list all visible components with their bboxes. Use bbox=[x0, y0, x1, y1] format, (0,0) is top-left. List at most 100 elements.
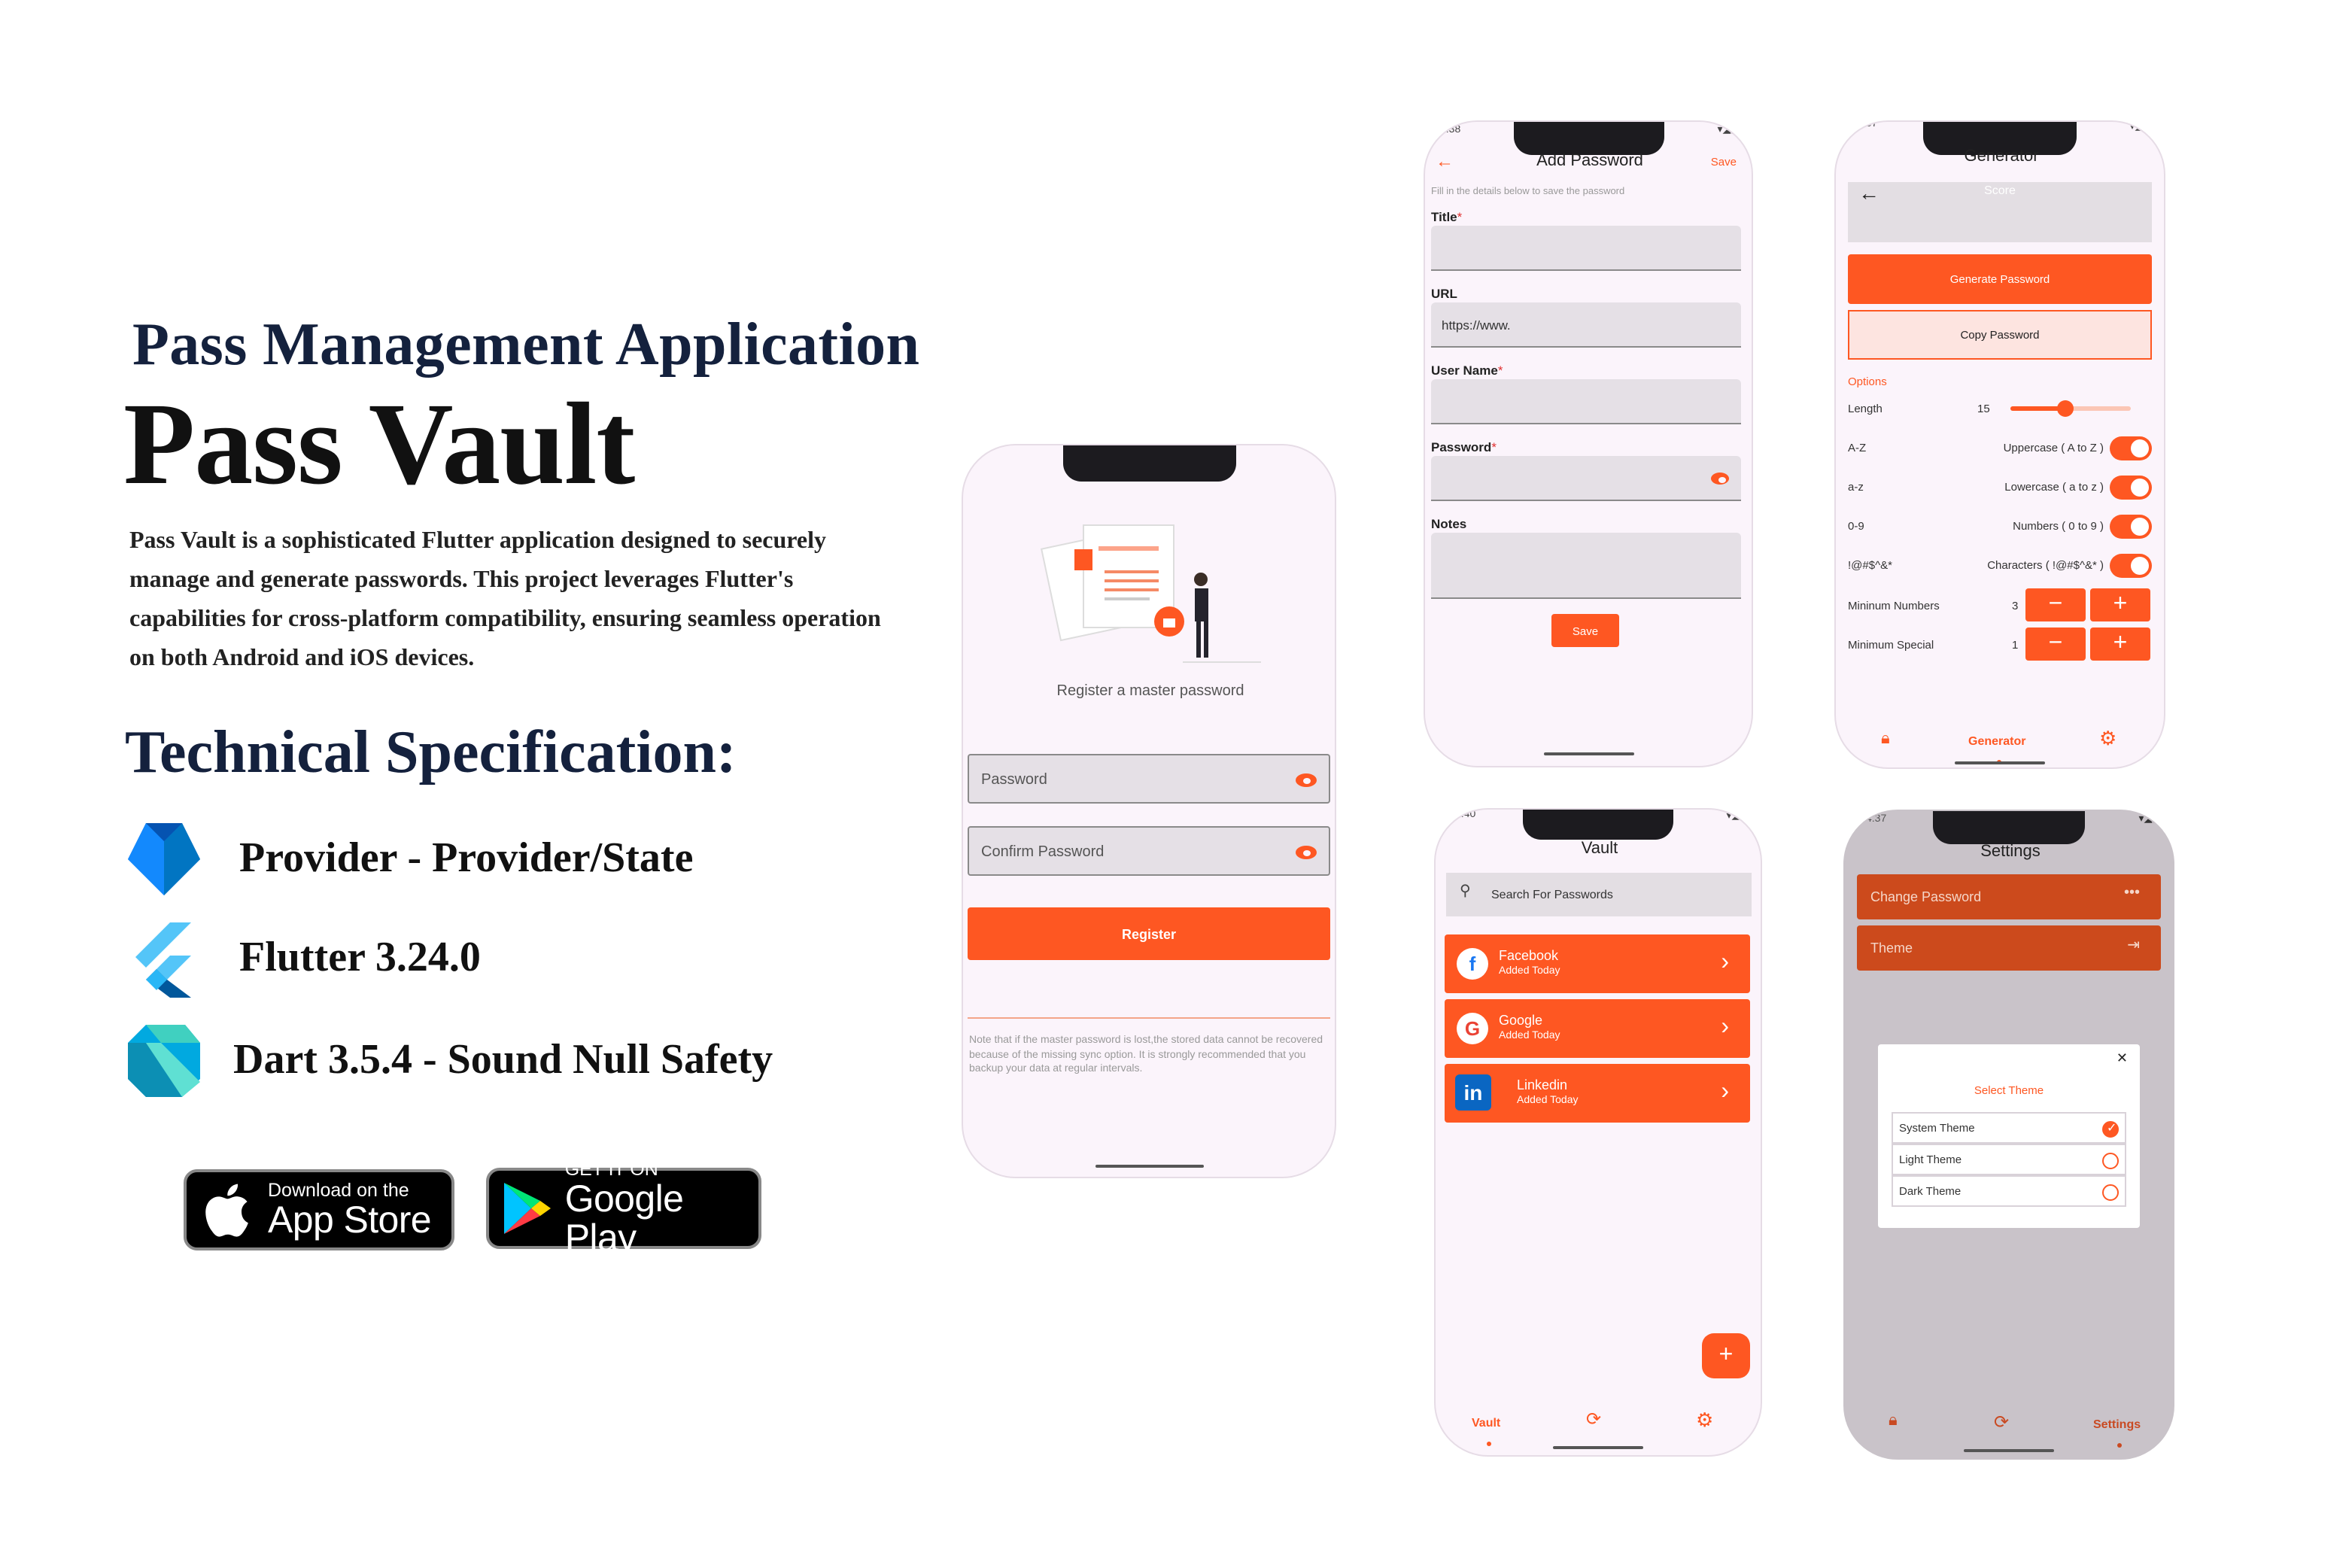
search-input[interactable]: Search For Passwords bbox=[1491, 888, 1613, 901]
divider bbox=[968, 1017, 1330, 1019]
app-store-button[interactable]: Download on the App Store bbox=[184, 1169, 454, 1250]
theme-label: Theme bbox=[1870, 940, 1913, 956]
home-indicator bbox=[1553, 1445, 1643, 1449]
close-icon[interactable]: ✕ bbox=[2116, 1050, 2128, 1067]
change-password-item[interactable]: Change Password ••• bbox=[1857, 874, 2161, 919]
google-icon: G bbox=[1457, 1013, 1488, 1044]
length-slider[interactable] bbox=[2010, 400, 2131, 417]
min-special-plus-button[interactable]: + bbox=[2090, 628, 2150, 661]
screen-title: Vault bbox=[1581, 840, 1618, 858]
nav-generator-icon[interactable]: ⟳ bbox=[1586, 1408, 1601, 1430]
generator-screen: 4:37 ▾◢▮ Generator ← Score Generate Pass… bbox=[1834, 120, 2165, 769]
spec-heading: Technical Specification: bbox=[125, 718, 737, 786]
characters-toggle[interactable] bbox=[2110, 554, 2152, 578]
nav-generator-icon[interactable]: ⟳ bbox=[1994, 1412, 2009, 1433]
min-numbers-value: 3 bbox=[2012, 599, 2019, 612]
nav-settings-gear-icon[interactable]: ⚙︎ bbox=[1696, 1408, 1713, 1433]
poster: Pass Management Application Pass Vault P… bbox=[0, 0, 2352, 1568]
url-label: URL bbox=[1431, 286, 1457, 301]
item-name: Facebook bbox=[1499, 948, 1559, 963]
linkedin-icon: in bbox=[1455, 1074, 1491, 1111]
add-fab[interactable]: + bbox=[1702, 1333, 1750, 1378]
phone-notch bbox=[1062, 445, 1235, 482]
lowercase-toggle[interactable] bbox=[2110, 476, 2152, 500]
register-button[interactable]: Register bbox=[968, 907, 1330, 960]
home-indicator bbox=[1543, 752, 1633, 755]
page-title: Pass Vault bbox=[123, 378, 635, 509]
toggle-left-label: a-z bbox=[1848, 480, 1864, 494]
dart-icon bbox=[125, 1022, 215, 1100]
nav-settings-gear-icon[interactable]: ⚙︎ bbox=[2099, 727, 2116, 751]
phone-notch bbox=[1523, 810, 1673, 840]
nav-active-dot bbox=[1487, 1442, 1491, 1446]
min-numbers-plus-button[interactable]: + bbox=[2090, 588, 2150, 621]
uppercase-toggle[interactable] bbox=[2110, 436, 2152, 460]
nav-vault-lock-icon[interactable]: 🔒︎ bbox=[1881, 730, 1890, 749]
password-input[interactable] bbox=[1431, 456, 1741, 501]
toggle-row-characters: !@#$^&* Characters ( !@#$^&* ) bbox=[1836, 548, 2164, 587]
username-input[interactable] bbox=[1431, 379, 1741, 424]
screen-title: Generator bbox=[1964, 147, 2039, 166]
option-label: Dark Theme bbox=[1899, 1184, 1962, 1198]
toggle-right-label: Numbers ( 0 to 9 ) bbox=[2013, 519, 2104, 533]
theme-option-dark[interactable]: Dark Theme bbox=[1892, 1175, 2126, 1207]
nav-vault-label[interactable]: Vault bbox=[1472, 1416, 1500, 1430]
toggle-left-label: !@#$^&* bbox=[1848, 558, 1892, 572]
radio-checked-icon: ✓ bbox=[2102, 1121, 2119, 1138]
min-special-minus-button[interactable]: − bbox=[2025, 628, 2086, 661]
vault-screen: 4:40 ▾◢▮ Vault ⚲ Search For Passwords + … bbox=[1434, 808, 1762, 1457]
nav-settings-label[interactable]: Settings bbox=[2093, 1418, 2141, 1431]
min-numbers-minus-button[interactable]: − bbox=[2025, 588, 2086, 621]
generate-password-button[interactable]: Generate Password bbox=[1848, 254, 2152, 304]
title-input[interactable] bbox=[1431, 226, 1741, 271]
status-time: 4:37 bbox=[1866, 814, 1887, 825]
min-special-value: 1 bbox=[2012, 638, 2019, 652]
numbers-toggle[interactable] bbox=[2110, 515, 2152, 539]
search-bar[interactable]: ⚲ Search For Passwords bbox=[1446, 873, 1752, 916]
theme-option-light[interactable]: Light Theme bbox=[1892, 1144, 2126, 1175]
vault-item-facebook[interactable]: f Facebook Added Today › bbox=[1445, 934, 1750, 993]
theme-item[interactable]: Theme ⇥ bbox=[1857, 925, 2161, 971]
notes-input[interactable] bbox=[1431, 533, 1741, 599]
spec-label: Provider - Provider/State bbox=[239, 835, 694, 882]
eye-icon[interactable] bbox=[1296, 773, 1317, 787]
radio-icon bbox=[2102, 1184, 2119, 1201]
confirm-password-label: Confirm Password bbox=[981, 844, 1105, 861]
add-password-screen: 4:38 ▾◢▮ ← Add Password Save Fill in the… bbox=[1424, 120, 1753, 767]
options-heading: Options bbox=[1848, 375, 1887, 388]
vault-item-linkedin[interactable]: in Linkedin Added Today › bbox=[1445, 1064, 1750, 1123]
option-label: Light Theme bbox=[1899, 1153, 1962, 1166]
min-numbers-label: Mininum Numbers bbox=[1848, 599, 1940, 612]
eye-icon[interactable] bbox=[1711, 473, 1729, 485]
toggle-left-label: A-Z bbox=[1848, 441, 1867, 454]
password-field[interactable]: Password bbox=[968, 754, 1330, 804]
vault-item-google[interactable]: G Google Added Today › bbox=[1445, 999, 1750, 1058]
status-icons: ▾◢▮ bbox=[2129, 122, 2150, 132]
theme-option-system[interactable]: System Theme ✓ bbox=[1892, 1112, 2126, 1144]
score-label: Score bbox=[1984, 184, 2016, 197]
register-note: Note that if the master password is lost… bbox=[969, 1035, 1323, 1074]
toggle-left-label: 0-9 bbox=[1848, 519, 1864, 533]
nav-generator-label[interactable]: Generator bbox=[1968, 734, 2025, 748]
save-button[interactable]: Save bbox=[1551, 614, 1619, 647]
google-play-line1: GET IT ON bbox=[564, 1158, 658, 1179]
status-time: 4:38 bbox=[1440, 125, 1461, 135]
toggle-row-uppercase: A-Z Uppercase ( A to Z ) bbox=[1836, 430, 2164, 469]
google-play-button[interactable]: GET IT ON Google Play bbox=[486, 1159, 761, 1257]
confirm-password-field[interactable]: Confirm Password bbox=[968, 826, 1330, 876]
register-screen: Register a master password Password Conf… bbox=[962, 444, 1336, 1178]
toggle-row-lowercase: a-z Lowercase ( a to z ) bbox=[1836, 469, 2164, 509]
nav-vault-lock-icon[interactable]: 🔒︎ bbox=[1889, 1412, 1898, 1431]
spec-label: Dart 3.5.4 - Sound Null Safety bbox=[233, 1037, 773, 1083]
eye-icon[interactable] bbox=[1296, 846, 1317, 859]
toggle-right-label: Characters ( !@#$^&* ) bbox=[1987, 558, 2104, 572]
copy-password-button[interactable]: Copy Password bbox=[1848, 310, 2152, 360]
save-action[interactable]: Save bbox=[1711, 155, 1737, 169]
slider-thumb[interactable] bbox=[2057, 400, 2074, 417]
screen-title: Add Password bbox=[1536, 152, 1643, 170]
url-input[interactable]: https://www. bbox=[1431, 302, 1741, 348]
dialog-title: Select Theme bbox=[1974, 1083, 2044, 1097]
spec-item-dart: Dart 3.5.4 - Sound Null Safety bbox=[125, 1023, 847, 1099]
subtitle: Pass Management Application bbox=[132, 310, 920, 378]
nav-active-dot bbox=[2117, 1443, 2122, 1448]
